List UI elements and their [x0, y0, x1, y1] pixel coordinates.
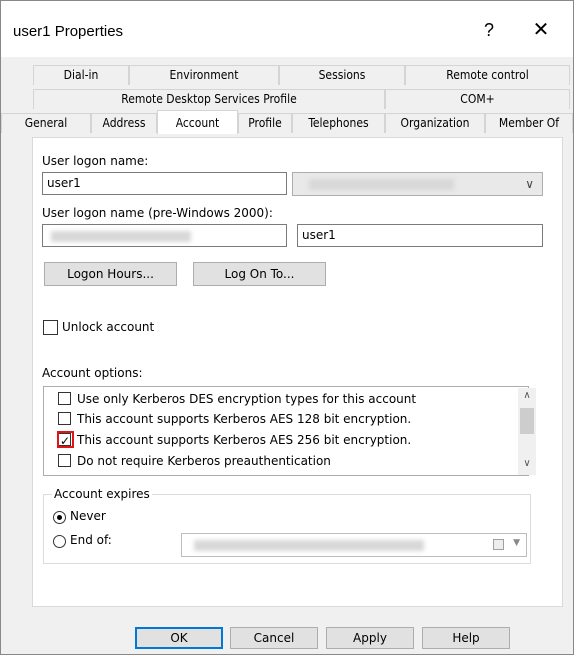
- option-label: Use only Kerberos DES encryption types f…: [77, 392, 417, 406]
- pre2000-domain-input[interactable]: [42, 224, 287, 247]
- option-checkbox[interactable]: [58, 454, 71, 467]
- upn-suffix-dropdown[interactable]: ∨: [292, 172, 543, 196]
- apply-button[interactable]: Apply: [326, 627, 414, 649]
- scroll-thumb[interactable]: [520, 408, 534, 434]
- scroll-up-icon[interactable]: ∧: [518, 390, 536, 401]
- tab-remote-control[interactable]: Remote control: [405, 65, 570, 85]
- scroll-down-icon[interactable]: ∨: [518, 458, 536, 469]
- logon-hours-button[interactable]: Logon Hours...: [44, 262, 177, 286]
- tab-sessions[interactable]: Sessions: [279, 65, 405, 85]
- unlock-account-label: Unlock account: [62, 320, 155, 334]
- help-title-button[interactable]: ?: [471, 15, 507, 45]
- account-expires-group: Account expires Never End of: ▼: [43, 487, 531, 564]
- ok-button[interactable]: OK: [135, 627, 223, 649]
- tab-remote-desktop-services-profile[interactable]: Remote Desktop Services Profile: [33, 89, 385, 109]
- calendar-icon[interactable]: [493, 539, 504, 550]
- redacted-date: [194, 540, 424, 551]
- account-options-list[interactable]: Use only Kerberos DES encryption types f…: [43, 386, 536, 476]
- highlight-box: [57, 431, 74, 448]
- options-scrollbar[interactable]: ∧ ∨: [518, 388, 536, 475]
- tab-com-plus[interactable]: COM+: [385, 89, 570, 109]
- tab-member-of[interactable]: Member Of: [485, 113, 573, 133]
- end-of-radio[interactable]: [53, 535, 66, 548]
- pre2000-name-input[interactable]: user1: [297, 224, 543, 247]
- never-label: Never: [70, 509, 106, 523]
- tab-general[interactable]: General: [1, 113, 91, 133]
- logon-name-label: User logon name:: [42, 154, 149, 168]
- chevron-down-icon: ∨: [525, 177, 534, 191]
- option-checkbox[interactable]: [58, 392, 71, 405]
- option-label: Do not require Kerberos preauthenticatio…: [77, 454, 331, 468]
- option-label: This account supports Kerberos AES 256 b…: [77, 433, 412, 447]
- logon-name-input[interactable]: user1: [42, 172, 287, 195]
- redacted-upn-suffix: [309, 179, 454, 190]
- end-of-label: End of:: [70, 533, 112, 547]
- tab-row-1: Dial-in Environment Sessions Remote cont…: [1, 65, 574, 85]
- help-button[interactable]: Help: [422, 627, 510, 649]
- tab-row-2: Remote Desktop Services Profile COM+: [1, 89, 574, 109]
- redacted-domain: [51, 231, 191, 242]
- pre2000-label: User logon name (pre-Windows 2000):: [42, 206, 273, 220]
- option-checkbox[interactable]: [58, 412, 71, 425]
- properties-dialog: user1 Properties ? ✕ Dial-in Environment…: [0, 0, 574, 655]
- option-label: This account supports Kerberos AES 128 b…: [77, 412, 412, 426]
- title-bar: user1 Properties ? ✕: [1, 1, 573, 57]
- tab-organization[interactable]: Organization: [385, 113, 485, 133]
- tab-telephones[interactable]: Telephones: [292, 113, 385, 133]
- never-radio[interactable]: [53, 511, 66, 524]
- tab-profile[interactable]: Profile: [238, 113, 292, 133]
- unlock-account-checkbox[interactable]: [43, 320, 58, 335]
- close-button[interactable]: ✕: [523, 15, 559, 45]
- tab-dial-in[interactable]: Dial-in: [33, 65, 129, 85]
- log-on-to-button[interactable]: Log On To...: [193, 262, 326, 286]
- tab-address[interactable]: Address: [91, 113, 157, 133]
- window-title: user1 Properties: [13, 23, 124, 40]
- cancel-button[interactable]: Cancel: [230, 627, 318, 649]
- tab-environment[interactable]: Environment: [129, 65, 279, 85]
- account-expires-label: Account expires: [52, 487, 152, 501]
- chevron-down-icon[interactable]: ▼: [513, 538, 520, 548]
- tab-account[interactable]: Account: [157, 110, 238, 134]
- account-tab-panel: User logon name: user1 ∨ User logon name…: [32, 137, 563, 607]
- expiry-date-picker[interactable]: ▼: [181, 533, 527, 557]
- account-options-label: Account options:: [42, 366, 143, 380]
- tab-row-3: General Address Account Profile Telephon…: [1, 110, 574, 134]
